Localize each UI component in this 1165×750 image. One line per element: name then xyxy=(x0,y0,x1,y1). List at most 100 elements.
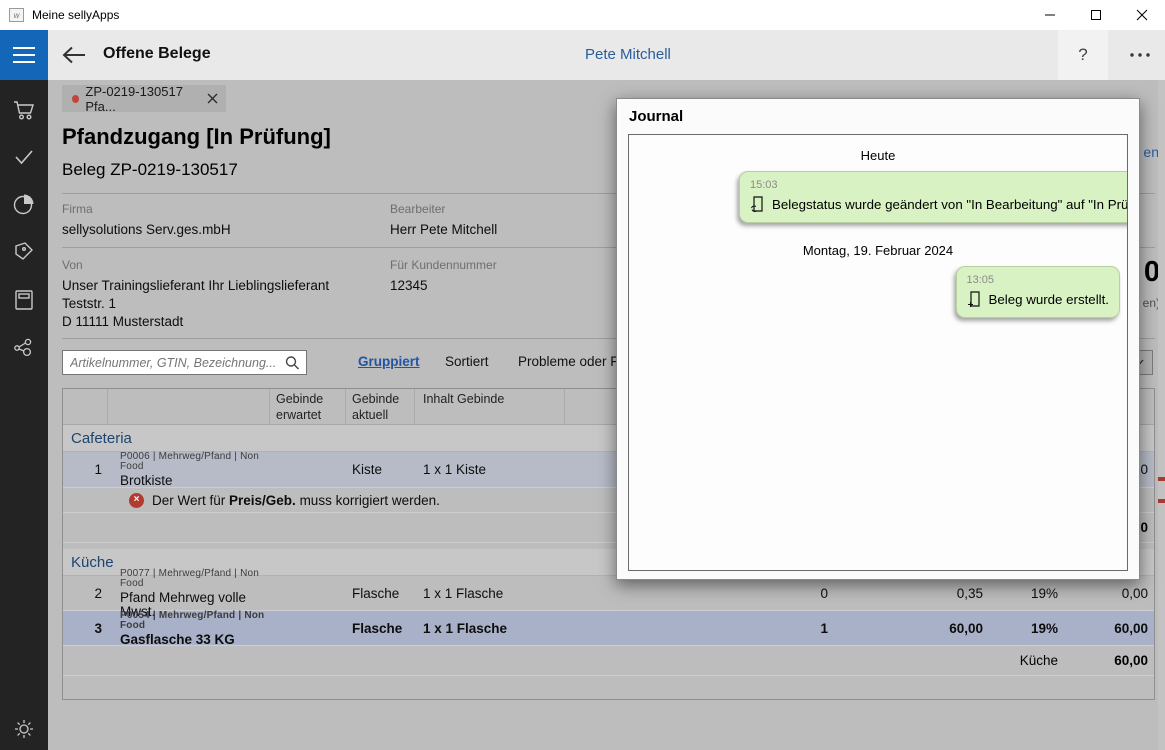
journal-date-heading: Montag, 19. Februar 2024 xyxy=(629,243,1127,258)
article-cell: P0006 | Mehrweg/Pfand | Non Food Brotkis… xyxy=(108,451,270,488)
window-title: Meine sellyApps xyxy=(32,8,119,22)
article-name: Gasflasche 33 KG xyxy=(120,632,235,647)
app-icon: w xyxy=(9,8,24,22)
article-cell: P0054 | Mehrweg/Pfand | Non Food Gasflas… xyxy=(108,610,270,647)
page-title: Offene Belege xyxy=(103,45,211,63)
document-status-icon xyxy=(750,195,766,213)
sidebar-item-tasks[interactable] xyxy=(0,140,48,174)
more-options-button[interactable] xyxy=(1115,30,1165,80)
sidebar-item-settings[interactable] xyxy=(0,712,48,746)
firma-label: Firma xyxy=(62,202,93,216)
firma-value: sellysolutions Serv.ges.mbH xyxy=(62,221,231,239)
user-name-link[interactable]: Pete Mitchell xyxy=(585,46,671,63)
journal-title: Journal xyxy=(629,108,683,125)
bearbeiter-label: Bearbeiter xyxy=(390,202,445,216)
nav-bar: Offene Belege Pete Mitchell ? xyxy=(0,30,1165,80)
subtotal-label: Küche xyxy=(987,653,1062,668)
sidebar-item-prices[interactable] xyxy=(0,235,48,269)
filter-gruppiert-link[interactable]: Gruppiert xyxy=(358,354,420,369)
cart-icon xyxy=(12,99,36,121)
gebinde-aktuell-cell: Kiste xyxy=(346,462,415,477)
sidebar-item-journal[interactable] xyxy=(0,283,48,317)
gebinde-aktuell-cell: Flasche xyxy=(346,621,415,636)
summe-cell: 0,00 xyxy=(1062,586,1154,601)
minimize-button[interactable] xyxy=(1027,0,1073,30)
document-title: Pfandzugang [In Prüfung] xyxy=(62,124,331,150)
tab-close-button[interactable] xyxy=(207,93,218,104)
journal-entry-time: 13:05 xyxy=(967,274,1109,286)
back-button[interactable] xyxy=(58,43,90,67)
scrollbar-error-mark xyxy=(1158,477,1165,481)
inhalt-cell: 1 x 1 Flasche xyxy=(415,621,565,636)
journal-date-heading: Heute xyxy=(629,148,1127,163)
mwst-cell: 19% xyxy=(987,586,1062,601)
document-plus-icon xyxy=(967,290,983,308)
article-name: Brotkiste xyxy=(120,473,173,488)
clipped-action-link[interactable]: en xyxy=(1143,144,1159,160)
tab-label: ZP-0219-130517 Pfa... xyxy=(85,84,207,114)
minimize-icon xyxy=(1044,9,1056,21)
journal-popup: Journal Heute 15:03 Belegstatus wurde ge… xyxy=(616,98,1140,580)
sidebar-item-share[interactable] xyxy=(0,330,48,364)
sidebar-item-cart[interactable] xyxy=(0,93,48,127)
mwst-cell: 19% xyxy=(987,621,1062,636)
check-icon xyxy=(12,147,36,167)
row-number: 1 xyxy=(63,462,108,477)
window-titlebar: w Meine sellyApps xyxy=(0,0,1165,30)
sidebar-item-statistics[interactable] xyxy=(0,187,48,221)
help-button[interactable]: ? xyxy=(1058,30,1108,80)
search-icon xyxy=(284,355,300,371)
journal-entry[interactable]: 13:05 Beleg wurde erstellt. xyxy=(956,266,1120,318)
scrollbar-error-mark xyxy=(1158,499,1165,503)
unsaved-indicator-dot xyxy=(72,95,79,103)
close-icon xyxy=(207,93,218,104)
hamburger-menu-button[interactable] xyxy=(0,30,48,80)
column-header-inhalt-gebinde[interactable]: Inhalt Gebinde xyxy=(415,389,565,424)
menge-cell: 1 xyxy=(752,621,832,636)
maximize-button[interactable] xyxy=(1073,0,1119,30)
kundennummer-value: 12345 xyxy=(390,277,428,295)
von-value: Unser Trainingslieferant Ihr Lieblingsli… xyxy=(62,277,329,331)
article-meta: P0077 | Mehrweg/Pfand | Non Food xyxy=(120,569,270,589)
article-meta: P0054 | Mehrweg/Pfand | Non Food xyxy=(120,611,270,631)
subtotal-value: 60,00 xyxy=(1062,653,1154,668)
document-number: Beleg ZP-0219-130517 xyxy=(62,160,238,180)
row-number: 2 xyxy=(63,586,108,601)
tag-icon xyxy=(12,240,36,264)
search-input[interactable] xyxy=(63,356,284,370)
kundennummer-label: Für Kundennummer xyxy=(390,258,497,272)
inhalt-cell: 1 x 1 Flasche xyxy=(415,586,565,601)
group-subtotal-row: Küche 60,00 xyxy=(63,646,1154,676)
filter-sortiert-link[interactable]: Sortiert xyxy=(445,354,489,369)
journal-entry[interactable]: 15:03 Belegstatus wurde geändert von "In… xyxy=(739,171,1128,223)
table-row[interactable]: 2 P0077 | Mehrweg/Pfand | Non Food Pfand… xyxy=(63,576,1154,611)
gear-icon xyxy=(12,717,36,741)
scrollbar[interactable] xyxy=(1158,80,1165,750)
summe-cell: 60,00 xyxy=(1062,621,1154,636)
share-icon xyxy=(12,335,36,359)
article-meta: P0006 | Mehrweg/Pfand | Non Food xyxy=(120,452,270,472)
column-header-gebinde-aktuell[interactable]: Gebinde aktuell xyxy=(346,389,415,424)
journal-entry-text: Belegstatus wurde geändert von "In Bearb… xyxy=(772,197,1128,212)
back-arrow-icon xyxy=(61,45,87,65)
close-icon xyxy=(1136,9,1148,21)
journal-entry-time: 15:03 xyxy=(750,179,1128,191)
ellipsis-icon xyxy=(1129,52,1151,58)
von-label: Von xyxy=(62,258,83,272)
bearbeiter-value: Herr Pete Mitchell xyxy=(390,221,497,239)
journal-entry-text: Beleg wurde erstellt. xyxy=(989,292,1109,307)
document-tab[interactable]: ZP-0219-130517 Pfa... xyxy=(62,85,226,112)
column-header-gebinde-erwartet[interactable]: Gebinde erwartet xyxy=(270,389,346,424)
journal-panel: Heute 15:03 Belegstatus wurde geändert v… xyxy=(628,134,1128,571)
book-icon xyxy=(13,288,35,312)
close-button[interactable] xyxy=(1119,0,1165,30)
table-row-selected[interactable]: 3 P0054 | Mehrweg/Pfand | Non Food Gasfl… xyxy=(63,611,1154,646)
gebinde-aktuell-cell: Flasche xyxy=(346,586,415,601)
sidebar xyxy=(0,80,48,750)
maximize-icon xyxy=(1090,9,1102,21)
preis-cell: 0,35 xyxy=(832,586,987,601)
preis-cell: 60,00 xyxy=(832,621,987,636)
error-icon: × xyxy=(129,493,144,508)
article-search-box xyxy=(62,350,307,375)
row-number: 3 xyxy=(63,621,108,636)
